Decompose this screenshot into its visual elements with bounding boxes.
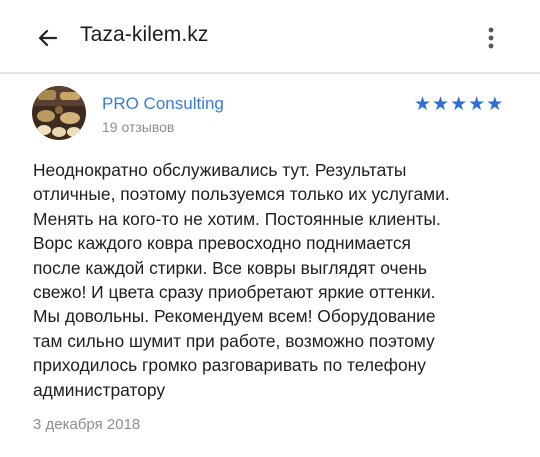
back-button[interactable]	[30, 20, 66, 56]
review-text: Неоднократно обслуживались тут. Результа…	[33, 160, 450, 400]
page-title: Taza-kilem.kz	[80, 23, 209, 46]
star-icon: ★	[486, 94, 504, 115]
more-vertical-icon	[488, 27, 494, 49]
author-reviews-count: 19 отзывов	[102, 119, 175, 135]
star-icon: ★	[414, 94, 432, 115]
star-icon: ★	[468, 94, 486, 115]
app-bar: Taza-kilem.kz	[0, 0, 540, 72]
author-avatar[interactable]	[32, 86, 86, 140]
star-icon: ★	[450, 94, 468, 115]
author-name-link[interactable]: PRO Consulting	[102, 94, 224, 114]
more-options-button[interactable]	[474, 20, 508, 56]
arrow-left-icon	[38, 29, 58, 47]
header-divider	[0, 72, 540, 74]
avatar-photo	[32, 86, 86, 140]
review-date: 3 декабря 2018	[33, 416, 141, 433]
rating-stars: ★ ★ ★ ★ ★	[414, 94, 503, 116]
star-icon: ★	[432, 94, 450, 115]
